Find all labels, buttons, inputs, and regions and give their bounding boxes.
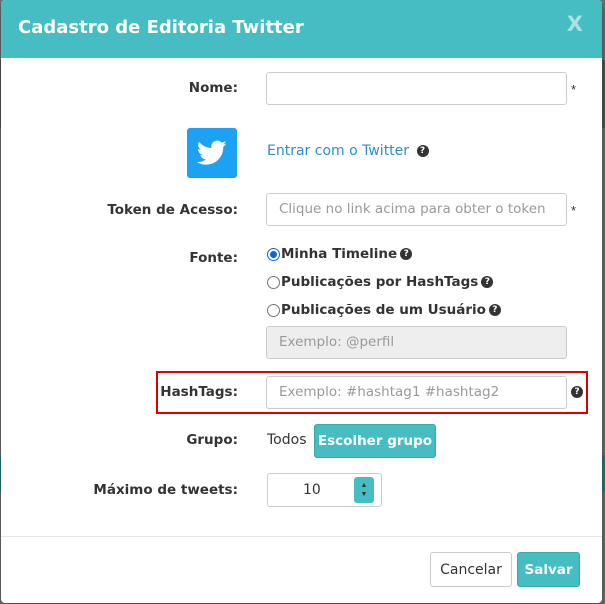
- fonte-option-hashtags[interactable]: Publicações por HashTags ?: [267, 274, 494, 290]
- spinner-up-icon[interactable]: ▲: [361, 481, 368, 490]
- fonte-option-label: Minha Timeline: [281, 246, 398, 262]
- maximo-tweets-value[interactable]: 10: [303, 482, 321, 498]
- modal-header: Cadastro de Editoria Twitter X: [1, 0, 602, 58]
- maximo-label: Máximo de tweets:: [93, 482, 238, 498]
- fonte-label: Fonte:: [189, 250, 238, 266]
- token-label: Token de Acesso:: [107, 202, 238, 218]
- help-icon[interactable]: ?: [488, 304, 501, 316]
- twitter-login-label[interactable]: Entrar com o Twitter: [267, 143, 409, 159]
- fonte-option-label: Publicações de um Usuário: [281, 302, 486, 318]
- footer-divider: [1, 536, 602, 537]
- fonte-option-label: Publicações por HashTags: [281, 274, 479, 290]
- spinner-down-icon[interactable]: ▼: [361, 490, 368, 499]
- close-button[interactable]: X: [567, 12, 583, 36]
- spinner-control[interactable]: ▲ ▼: [354, 477, 374, 503]
- save-button[interactable]: Salvar: [517, 552, 580, 587]
- radio-button[interactable]: [267, 275, 280, 289]
- help-icon[interactable]: ?: [481, 276, 494, 288]
- twitter-bird-icon: [187, 128, 237, 178]
- editoria-twitter-modal: Cadastro de Editoria Twitter X Nome: * E…: [1, 0, 602, 603]
- hashtags-label: HashTags:: [160, 384, 238, 400]
- nome-input[interactable]: [266, 72, 567, 105]
- help-icon[interactable]: ?: [571, 386, 583, 398]
- help-icon[interactable]: ?: [400, 248, 413, 260]
- nome-label: Nome:: [188, 80, 238, 96]
- grupo-label: Grupo:: [186, 432, 238, 448]
- twitter-login-link[interactable]: Entrar com o Twitter ?: [267, 143, 429, 159]
- hashtags-input[interactable]: Exemplo: #hashtag1 #hashtag2: [266, 376, 567, 409]
- grupo-value: Todos: [267, 432, 307, 448]
- cancel-button[interactable]: Cancelar: [430, 552, 512, 587]
- fonte-option-timeline[interactable]: Minha Timeline ?: [267, 246, 413, 262]
- fonte-option-usuario[interactable]: Publicações de um Usuário ?: [267, 302, 501, 318]
- radio-button[interactable]: [267, 247, 280, 261]
- choose-group-button[interactable]: Escolher grupo: [314, 424, 436, 458]
- maximo-tweets-stepper[interactable]: 10 ▲ ▼: [267, 473, 382, 507]
- modal-title: Cadastro de Editoria Twitter: [18, 17, 304, 38]
- perfil-input: Exemplo: @perfil: [266, 326, 567, 359]
- required-marker: *: [571, 82, 577, 97]
- help-icon[interactable]: ?: [416, 145, 429, 157]
- required-marker: *: [571, 203, 577, 218]
- radio-button[interactable]: [267, 303, 280, 317]
- token-input[interactable]: Clique no link acima para obter o token: [266, 193, 567, 226]
